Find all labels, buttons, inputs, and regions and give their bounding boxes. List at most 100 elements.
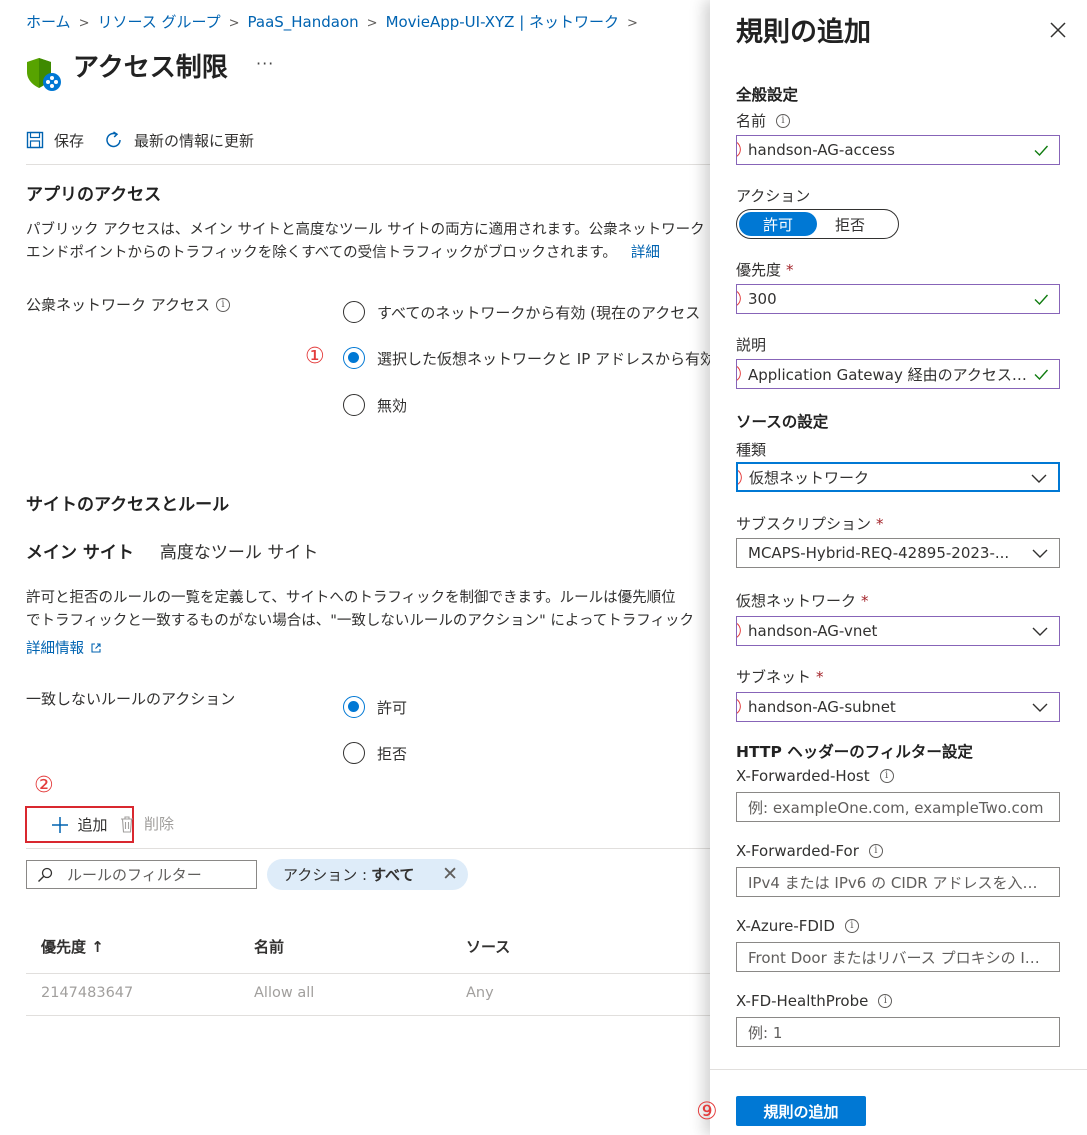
- divider: [26, 1015, 710, 1016]
- name-input[interactable]: ③ handson-AG-access: [736, 135, 1060, 165]
- main-page: ホーム > リソース グループ > PaaS_Handaon > MovieApp-UI-X…: [0, 0, 710, 1135]
- shield-network-icon: [27, 58, 61, 91]
- tab-advanced-tool-site[interactable]: 高度なツール サイト: [160, 538, 318, 569]
- table-cell-source: Any: [466, 985, 494, 1001]
- breadcrumb: ホーム > リソース グループ > PaaS_Handaon > MovieApp-UI-X…: [26, 11, 646, 32]
- radio-button-checked[interactable]: [343, 696, 365, 718]
- chevron-right-icon: >: [366, 16, 378, 31]
- breadcrumb-home[interactable]: ホーム: [26, 13, 71, 31]
- name-label: 名前 i: [736, 110, 791, 131]
- column-header-priority[interactable]: 優先度 ↑: [41, 936, 104, 957]
- table-cell-priority: 2147483647: [41, 985, 134, 1001]
- vnet-label: 仮想ネットワーク *: [736, 591, 869, 611]
- panel-title: 規則の追加: [736, 17, 871, 48]
- info-icon[interactable]: i: [879, 769, 894, 783]
- search-icon: [38, 867, 53, 882]
- command-bar: 保存 最新の情報に更新: [26, 126, 274, 154]
- column-header-source[interactable]: ソース: [466, 936, 510, 957]
- x-fd-healthprobe-input[interactable]: 例: 1: [736, 1017, 1060, 1047]
- chevron-down-icon: [1032, 703, 1048, 712]
- tab-main-site[interactable]: メイン サイト: [26, 538, 134, 569]
- type-dropdown[interactable]: ⑥ 仮想ネットワーク: [736, 462, 1060, 492]
- add-rule-panel: 規則の追加 全般設定 名前i ③ handson-AG-access アクション…: [696, 0, 1087, 1135]
- save-label: 保存: [54, 131, 85, 150]
- breadcrumb-resource-groups[interactable]: リソース グループ: [97, 13, 220, 31]
- radio-button[interactable]: [343, 742, 365, 764]
- subscription-dropdown[interactable]: MCAPS-Hybrid-REQ-42895-2023-...: [736, 538, 1060, 568]
- chevron-down-icon: [1032, 549, 1048, 558]
- http-header-heading: HTTP ヘッダーのフィルター設定: [736, 743, 973, 761]
- save-button[interactable]: 保存: [26, 130, 84, 151]
- close-icon[interactable]: ✕: [442, 863, 458, 885]
- x-forwarded-host-input[interactable]: 例: exampleOne.com, exampleTwo.com: [736, 792, 1060, 822]
- x-forwarded-for-input[interactable]: IPv4 または IPv6 の CIDR アドレスを入力します: [736, 867, 1060, 897]
- radio-button-checked[interactable]: [343, 347, 365, 369]
- action-allow-option[interactable]: 許可: [739, 212, 817, 236]
- close-icon[interactable]: [1046, 18, 1070, 42]
- x-forwarded-host-label: X-Forwarded-Host i: [736, 767, 894, 785]
- details-link[interactable]: 詳細: [631, 245, 660, 261]
- chevron-right-icon: >: [78, 16, 90, 31]
- column-header-name[interactable]: 名前: [254, 936, 284, 957]
- table-cell-name: Allow all: [254, 985, 315, 1001]
- info-icon[interactable]: i: [878, 994, 893, 1008]
- site-tabs: メイン サイト 高度なツール サイト: [26, 538, 344, 569]
- radio-disabled[interactable]: 無効: [343, 394, 407, 416]
- chevron-down-icon: [1032, 627, 1048, 636]
- vnet-dropdown[interactable]: ⑦ handson-AG-vnet: [736, 616, 1060, 646]
- rule-filter-input[interactable]: ルールのフィルター: [26, 860, 257, 889]
- annotation-3: ③: [737, 138, 743, 162]
- priority-input[interactable]: ④ 300: [736, 284, 1060, 314]
- action-filter-pill[interactable]: アクション : すべて ✕: [267, 859, 468, 890]
- learn-more-link[interactable]: 詳細情報: [26, 637, 102, 658]
- delete-rule-button[interactable]: 削除: [120, 813, 174, 834]
- unmatched-rule-action-label: 一致しないルールのアクション: [26, 690, 236, 708]
- divider: [26, 848, 710, 849]
- x-azure-fdid-label: X-Azure-FDID i: [736, 917, 859, 935]
- subnet-dropdown[interactable]: ⑧ handson-AG-subnet: [736, 692, 1060, 722]
- action-toggle[interactable]: 許可 拒否: [736, 209, 899, 239]
- action-deny-option[interactable]: 拒否: [835, 214, 865, 235]
- info-icon[interactable]: i: [868, 844, 883, 858]
- add-rule-submit-button[interactable]: 規則の追加: [736, 1096, 866, 1126]
- x-forwarded-for-label: X-Forwarded-For i: [736, 842, 883, 860]
- type-label: 種類: [736, 441, 767, 459]
- chevron-right-icon: >: [627, 16, 638, 31]
- radio-selected-networks[interactable]: 選択した仮想ネットワークと IP アドレスから有効: [343, 347, 710, 369]
- annotation-1: ①: [305, 344, 325, 369]
- info-icon[interactable]: i: [844, 919, 859, 933]
- subnet-label: サブネット *: [736, 667, 824, 687]
- page-title: アクセス制限: [73, 53, 228, 83]
- add-rule-button[interactable]: 追加: [25, 806, 134, 843]
- checkmark-icon: [1034, 145, 1049, 157]
- description-input[interactable]: ⑤ Application Gateway 経由のアクセスを許可: [736, 359, 1060, 389]
- refresh-button[interactable]: 最新の情報に更新: [104, 130, 254, 151]
- info-icon[interactable]: i: [776, 113, 791, 128]
- description-label: 説明: [736, 336, 767, 354]
- breadcrumb-resource-group[interactable]: PaaS_Handaon: [248, 13, 359, 31]
- subscription-label: サブスクリプション *: [736, 514, 884, 534]
- annotation-7: ⑦: [737, 619, 743, 643]
- general-settings-heading: 全般設定: [736, 86, 799, 104]
- more-options-button[interactable]: ···: [256, 54, 274, 73]
- radio-unmatched-allow[interactable]: 許可: [343, 696, 407, 718]
- checkmark-icon: [1034, 294, 1049, 306]
- radio-button[interactable]: [343, 301, 365, 323]
- divider: [710, 1069, 1087, 1070]
- trash-icon: [121, 815, 133, 833]
- breadcrumb-app-network[interactable]: MovieApp-UI-XYZ | ネットワーク: [386, 13, 619, 31]
- annotation-5: ⑤: [737, 362, 743, 386]
- site-access-heading: サイトのアクセスとルール: [26, 495, 230, 515]
- refresh-label: 最新の情報に更新: [134, 131, 255, 150]
- radio-enable-all-networks[interactable]: すべてのネットワークから有効 (現在のアクセス: [343, 301, 700, 323]
- app-access-description: パブリック アクセスは、メイン サイトと高度なツール サイトの両方に適用されます…: [26, 222, 705, 261]
- external-link-icon: [91, 642, 101, 653]
- priority-label: 優先度 *: [736, 260, 794, 280]
- radio-button[interactable]: [343, 394, 365, 416]
- checkmark-icon: [1034, 369, 1049, 381]
- info-icon[interactable]: i: [216, 297, 231, 312]
- divider: [26, 973, 710, 974]
- radio-unmatched-deny[interactable]: 拒否: [343, 742, 407, 764]
- x-azure-fdid-input[interactable]: Front Door またはリバース プロキシの ID を入力: [736, 942, 1060, 972]
- required-marker: *: [876, 514, 884, 533]
